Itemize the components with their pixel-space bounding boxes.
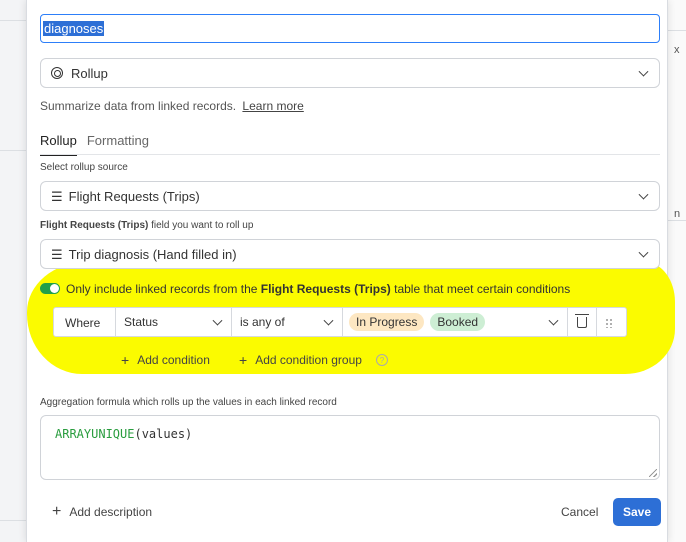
tab-formatting[interactable]: Formatting: [87, 133, 149, 156]
rollup-source-label: Select rollup source: [40, 162, 128, 173]
rollup-field-label: Flight Requests (Trips) field you want t…: [40, 220, 253, 231]
trash-icon: [575, 314, 589, 328]
tab-divider: [40, 154, 660, 155]
field-type-description: Summarize data from linked records. Lear…: [40, 99, 304, 113]
rollup-field-value: Trip diagnosis (Hand filled in): [68, 246, 237, 262]
config-tabs: Rollup Formatting: [40, 133, 149, 156]
conditions-text-prefix: Only include linked records from the: [66, 282, 261, 296]
resize-handle-icon[interactable]: [649, 469, 657, 477]
plus-icon: +: [121, 352, 130, 368]
tab-rollup[interactable]: Rollup: [40, 133, 77, 156]
help-icon[interactable]: ?: [375, 354, 388, 366]
condition-values-select[interactable]: In Progress Booked: [342, 308, 567, 336]
conditions-text-suffix: table that meet certain conditions: [390, 282, 571, 296]
field-type-select[interactable]: Rollup: [40, 58, 660, 88]
rollup-field-label-rest: field you want to roll up: [148, 220, 254, 231]
condition-operator-select[interactable]: is any of: [231, 308, 342, 336]
bg-row-line: [668, 30, 686, 31]
add-condition-button[interactable]: + Add condition: [121, 352, 210, 368]
drag-dots-icon: [605, 318, 613, 328]
chevron-down-icon: [638, 247, 649, 258]
aggregation-label: Aggregation formula which rolls up the v…: [40, 397, 337, 408]
conditions-description: Only include linked records from the Fli…: [66, 282, 570, 296]
chevron-down-icon: [638, 189, 649, 200]
chevron-down-icon: [638, 66, 649, 77]
formula-args: (values): [134, 427, 193, 441]
bg-row-line: [668, 220, 686, 221]
field-name-value: diagnoses: [43, 21, 105, 36]
rollup-source-value: Flight Requests (Trips): [68, 188, 200, 204]
learn-more-link[interactable]: Learn more: [242, 99, 303, 113]
condition-field-select[interactable]: Status: [115, 308, 231, 336]
bg-text: x: [674, 44, 680, 56]
chip-in-progress: In Progress: [349, 313, 425, 331]
bg-row-line: [0, 150, 26, 151]
plus-icon: +: [52, 503, 62, 520]
save-button[interactable]: Save: [613, 498, 661, 526]
cancel-button[interactable]: Cancel: [561, 505, 598, 519]
formula-function: ARRAYUNIQUE: [55, 427, 135, 441]
add-condition-group-button[interactable]: + Add condition group ?: [239, 352, 388, 368]
rollup-field-label-bold: Flight Requests (Trips): [40, 220, 149, 231]
background-left-panel: [0, 0, 26, 542]
condition-operator-value: is any of: [240, 315, 285, 329]
delete-condition-button[interactable]: [567, 308, 596, 336]
add-description-button[interactable]: + Add description: [52, 503, 152, 521]
chevron-down-icon: [548, 315, 559, 326]
add-condition-label: Add condition: [137, 353, 210, 367]
list-icon: ☰: [51, 188, 63, 204]
chip-booked: Booked: [430, 313, 486, 331]
conditions-toggle[interactable]: [40, 283, 60, 294]
condition-row: Where Status is any of In Progress Booke…: [53, 307, 627, 337]
add-condition-group-label: Add condition group: [255, 353, 362, 367]
field-name-input[interactable]: diagnoses: [40, 14, 660, 43]
background-right-panel: [666, 0, 686, 542]
bg-text: n: [674, 208, 681, 220]
drag-handle[interactable]: [596, 308, 626, 336]
field-type-label: Rollup: [71, 65, 108, 81]
conditions-text-bold: Flight Requests (Trips): [260, 282, 391, 296]
plus-icon: +: [239, 352, 248, 368]
bg-row-line: [0, 20, 26, 21]
where-label: Where: [65, 316, 101, 330]
rollup-icon: [51, 67, 63, 79]
rollup-source-select[interactable]: ☰ Flight Requests (Trips): [40, 181, 660, 211]
chevron-down-icon: [323, 315, 334, 326]
bg-row-line: [0, 520, 26, 521]
rollup-field-select[interactable]: ☰ Trip diagnosis (Hand filled in): [40, 239, 660, 269]
condition-field-value: Status: [124, 315, 159, 329]
description-text: Summarize data from linked records.: [40, 99, 237, 113]
list-icon: ☰: [51, 246, 63, 262]
add-description-label: Add description: [69, 505, 153, 519]
aggregation-formula-input[interactable]: ARRAYUNIQUE(values): [40, 415, 660, 480]
chevron-down-icon: [212, 315, 223, 326]
